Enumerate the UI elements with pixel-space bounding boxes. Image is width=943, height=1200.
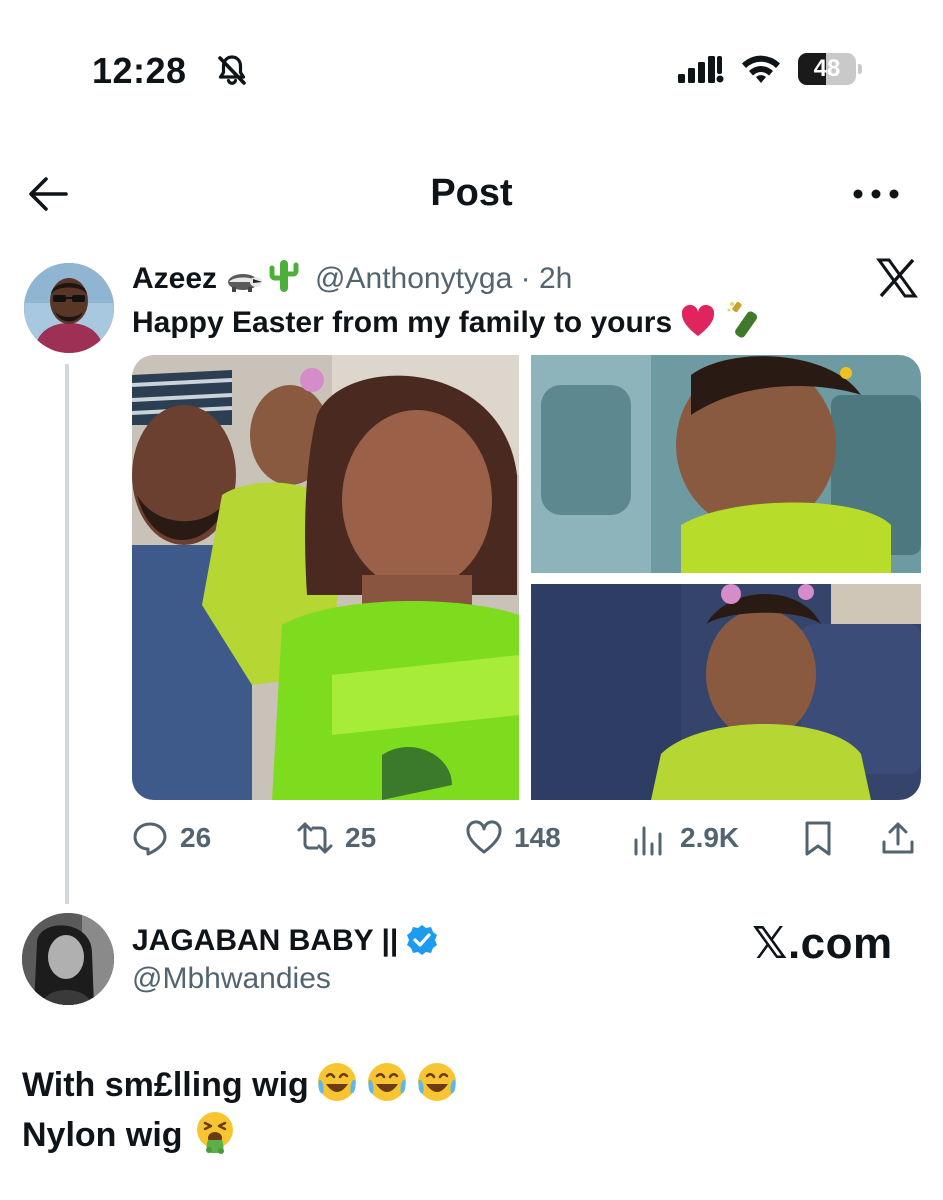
reply-count: 26: [180, 822, 212, 853]
action-bar: 26 25 148 2.9K: [132, 815, 921, 861]
champagne-bottle-emoji: [727, 301, 758, 338]
post-time: 2h: [538, 262, 573, 295]
battery-level: 48: [813, 55, 841, 82]
badger-emoji: [228, 274, 263, 293]
media-photo-1[interactable]: [132, 355, 519, 800]
reply-icon: [133, 822, 167, 856]
media-photo-2[interactable]: [531, 355, 921, 573]
battery-icon: 48: [798, 53, 862, 85]
commenter-name-row: JAGABAN BABY ||: [132, 922, 438, 960]
reply-button[interactable]: 26: [132, 815, 211, 861]
red-heart-emoji: [682, 304, 715, 336]
post-text: Happy Easter from my family to yours: [132, 300, 766, 342]
views-icon: [634, 826, 662, 856]
status-time: 12:28: [92, 50, 187, 91]
bookmark-icon: [805, 821, 831, 856]
like-icon: [466, 820, 502, 854]
views-button[interactable]: 2.9K: [632, 815, 739, 861]
wifi-icon: [742, 55, 780, 83]
commenter-handle[interactable]: @Mbhwandies: [132, 960, 331, 998]
repost-button[interactable]: 25: [297, 815, 376, 861]
share-icon: [882, 822, 914, 854]
xcom-watermark: 𝕏.com: [752, 918, 893, 969]
comment-text-1: With sm£lling wig: [22, 1066, 309, 1104]
bookmark-button[interactable]: [800, 815, 836, 861]
face-with-tears-of-joy-emoji: [317, 1063, 356, 1101]
comment-line-1: With sm£lling wig: [22, 1060, 459, 1107]
thread-line: [65, 364, 69, 904]
display-name[interactable]: Azeez: [132, 262, 217, 295]
repost-icon: [297, 822, 333, 854]
vomiting-face-emoji: [196, 1112, 233, 1154]
views-count: 2.9K: [680, 822, 740, 853]
separator: ·: [512, 262, 539, 295]
handle[interactable]: @Anthonytyga: [315, 262, 512, 295]
avatar[interactable]: [24, 263, 114, 353]
xcom-x: 𝕏: [752, 918, 788, 969]
xcom-suffix: .com: [787, 919, 893, 968]
page-title: Post: [430, 172, 513, 214]
status-bar: 12:28 48: [0, 0, 943, 130]
verified-badge-icon: [407, 925, 438, 955]
face-with-tears-of-joy-emoji: [417, 1063, 456, 1101]
commenter-display-name[interactable]: JAGABAN BABY ||: [132, 924, 398, 957]
like-button[interactable]: 148: [466, 815, 561, 861]
more-dots-icon[interactable]: [852, 184, 900, 204]
cactus-emoji: [269, 260, 299, 292]
media-photo-3[interactable]: [531, 584, 921, 800]
commenter-avatar[interactable]: [22, 913, 114, 1005]
like-count: 148: [514, 822, 561, 853]
post-header: Azeez @Anthonytyga · 2h: [132, 258, 572, 298]
post-text-content: Happy Easter from my family to yours: [132, 306, 673, 339]
cellular-signal-icon: [678, 56, 724, 83]
comment-line-2: Nylon wig: [22, 1110, 237, 1157]
x-logo-icon: [876, 258, 918, 298]
comment-text-2: Nylon wig: [22, 1116, 183, 1154]
post-media[interactable]: [132, 355, 921, 800]
face-with-tears-of-joy-emoji: [367, 1063, 406, 1101]
share-button[interactable]: [880, 815, 916, 861]
repost-count: 25: [345, 822, 377, 853]
bell-slash-icon: [218, 55, 246, 85]
